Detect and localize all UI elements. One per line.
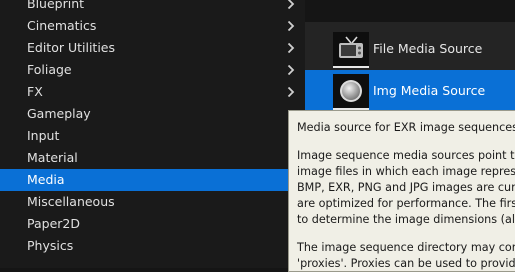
- category-item-cinematics[interactable]: Cinematics: [0, 15, 305, 37]
- category-item-label: Gameplay: [27, 106, 91, 121]
- category-item-physics[interactable]: Physics: [0, 235, 305, 257]
- category-item-label: Cinematics: [27, 18, 97, 33]
- category-item-label: Editor Utilities: [27, 40, 116, 55]
- category-item-editor-utilities[interactable]: Editor Utilities: [0, 37, 305, 59]
- category-item-label: FX: [27, 84, 43, 99]
- category-item-foliage[interactable]: Foliage: [0, 59, 305, 81]
- category-menu: Blueprint Cinematics Editor Utilities Folia…: [0, 0, 306, 268]
- tooltip: Media source for EXR image sequences. Ima…: [288, 110, 515, 272]
- right-header-strip: [305, 0, 515, 22]
- category-item-label: Miscellaneous: [27, 194, 115, 209]
- category-item-label: Foliage: [27, 62, 72, 77]
- category-item-input[interactable]: Input: [0, 125, 305, 147]
- tooltip-line: Media source for EXR image sequences.: [297, 121, 515, 134]
- tooltip-line: are optimized for performance. The first…: [297, 197, 515, 210]
- chevron-right-icon: [285, 0, 297, 15]
- submenu-item-file-media-source[interactable]: File Media Source: [305, 28, 515, 70]
- tooltip-line: BMP, EXR, PNG and JPG images are curr: [297, 181, 515, 194]
- category-item-blueprint[interactable]: Blueprint: [0, 0, 305, 15]
- tooltip-line: 'proxies'. Proxies can be used to provid…: [297, 257, 515, 270]
- category-item-label: Media: [27, 172, 65, 187]
- category-item-miscellaneous[interactable]: Miscellaneous: [0, 191, 305, 213]
- chevron-right-icon: [285, 15, 297, 37]
- category-item-label: Physics: [27, 238, 74, 253]
- category-item-label: Input: [27, 128, 60, 143]
- tv-icon: [333, 32, 369, 68]
- category-item-fx[interactable]: FX: [0, 81, 305, 103]
- tooltip-spacer: [297, 136, 515, 148]
- category-item-gameplay[interactable]: Gameplay: [0, 103, 305, 125]
- chevron-right-icon: [285, 37, 297, 59]
- category-item-paper2d[interactable]: Paper2D: [0, 213, 305, 235]
- submenu-item-label: File Media Source: [373, 41, 483, 56]
- tooltip-text: Media source for EXR image sequences. Ima…: [297, 120, 515, 271]
- category-item-label: Material: [27, 150, 78, 165]
- category-item-label: Blueprint: [27, 0, 85, 11]
- submenu-item-img-media-source[interactable]: Img Media Source: [305, 70, 515, 112]
- sphere-icon: [333, 74, 369, 110]
- submenu-item-label: Img Media Source: [373, 83, 486, 98]
- tooltip-line: Image sequence media sources point to a: [297, 149, 515, 162]
- tooltip-line: image files in which each image represen: [297, 165, 515, 178]
- tooltip-line: The image sequence directory may conta: [297, 241, 515, 254]
- chevron-right-icon: [285, 81, 297, 103]
- tooltip-spacer: [297, 228, 515, 240]
- category-item-media[interactable]: Media: [0, 169, 305, 191]
- chevron-right-icon: [285, 59, 297, 81]
- tooltip-line: to determine the image dimensions (all f…: [297, 213, 515, 226]
- category-item-material[interactable]: Material: [0, 147, 305, 169]
- category-item-label: Paper2D: [27, 216, 80, 231]
